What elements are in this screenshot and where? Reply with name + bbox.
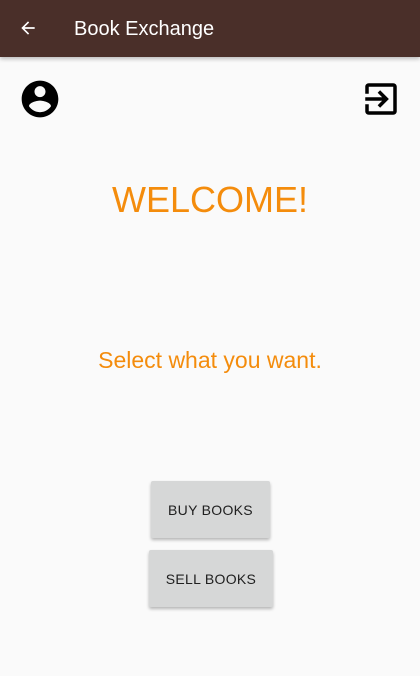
account-circle-icon (21, 80, 59, 118)
app-title: Book Exchange (74, 18, 215, 40)
select-prompt: Select what you want. (98, 347, 322, 373)
exit-to-app-icon (365, 83, 397, 115)
profile-button[interactable] (18, 77, 62, 121)
back-button[interactable] (8, 8, 48, 48)
app-bar: Book Exchange (0, 0, 420, 57)
welcome-heading: WELCOME! (111, 179, 308, 220)
buy-books-button[interactable]: BUY BOOKS (151, 481, 270, 538)
logout-button[interactable] (360, 78, 402, 120)
arrow-back-icon (21, 21, 35, 35)
sell-books-button[interactable]: SELL BOOKS (149, 550, 273, 607)
